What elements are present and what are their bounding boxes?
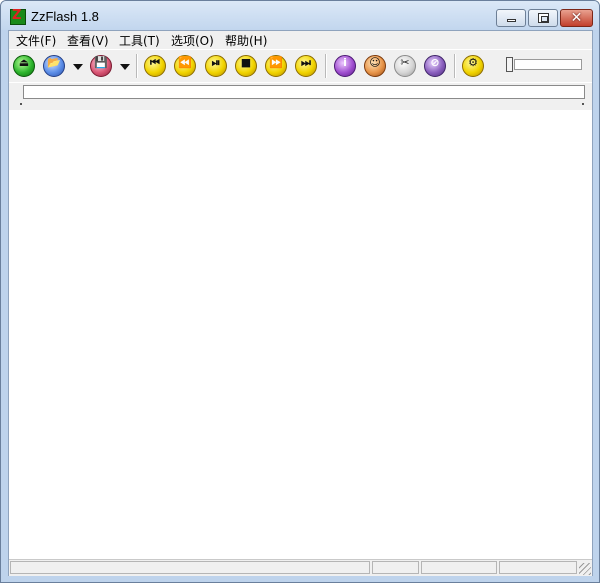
skip-to-end-button[interactable]: ⏭ xyxy=(295,55,317,77)
skip-to-start-icon: ⏮ xyxy=(150,56,160,69)
status-pane-3 xyxy=(421,561,497,574)
fast-forward-button[interactable]: ⏩ xyxy=(265,55,287,77)
skip-to-end-icon: ⏭ xyxy=(301,56,311,69)
open-dropdown-icon[interactable] xyxy=(73,64,83,70)
maximize-icon xyxy=(538,13,549,23)
minimize-button[interactable] xyxy=(496,9,526,27)
minimize-icon xyxy=(507,19,516,22)
seek-tick-start xyxy=(20,103,22,105)
play-pause-button[interactable]: ⏯ xyxy=(205,55,227,77)
mask-icon: ⊘ xyxy=(430,56,440,69)
eject-button[interactable]: ⏏ xyxy=(13,55,35,77)
status-pane-2 xyxy=(372,561,419,574)
toolbar-separator xyxy=(136,54,138,78)
seek-area xyxy=(9,83,592,110)
menu-view[interactable]: 查看(V) xyxy=(67,32,109,49)
info-icon: i xyxy=(343,56,347,69)
save-disk-icon: 💾 xyxy=(94,56,108,69)
app-logo-letter: Z xyxy=(12,8,22,23)
open-folder-icon: 📂 xyxy=(47,56,61,69)
client-area: 文件(F) 查看(V) 工具(T) 选项(O) 帮助(H) ⏏ 📂 💾 ⏮ ⏪ … xyxy=(8,30,593,576)
toolbar-separator xyxy=(325,54,327,78)
face-button[interactable]: ☺ xyxy=(364,55,386,77)
seek-bar[interactable] xyxy=(23,85,585,99)
status-bar xyxy=(9,559,592,576)
menu-tools[interactable]: 工具(T) xyxy=(119,32,160,49)
skip-to-start-button[interactable]: ⏮ xyxy=(144,55,166,77)
close-icon: ✕ xyxy=(570,10,583,26)
stop-icon: ■ xyxy=(240,56,252,69)
toolbar: ⏏ 📂 💾 ⏮ ⏪ ⏯ ■ ⏩ ⏭ i ☺ ✂ ⊘ ⚙ xyxy=(9,50,592,82)
menu-help[interactable]: 帮助(H) xyxy=(225,32,267,49)
rewind-button[interactable]: ⏪ xyxy=(174,55,196,77)
scan-icon: ⚙ xyxy=(468,56,478,69)
face-icon: ☺ xyxy=(369,56,381,69)
scan-button[interactable]: ⚙ xyxy=(462,55,484,77)
menu-file[interactable]: 文件(F) xyxy=(16,32,56,49)
resize-grip-icon[interactable] xyxy=(579,563,591,575)
maximize-button[interactable] xyxy=(528,9,558,27)
save-button[interactable]: 💾 xyxy=(90,55,112,77)
status-pane-4 xyxy=(499,561,577,574)
capture-button[interactable]: ✂ xyxy=(394,55,416,77)
eject-icon: ⏏ xyxy=(18,56,30,69)
title-bar[interactable]: Z ZzFlash 1.8 ✕ xyxy=(1,1,599,30)
toolbar-separator xyxy=(454,54,456,78)
close-button[interactable]: ✕ xyxy=(560,9,593,27)
stop-button[interactable]: ■ xyxy=(235,55,257,77)
status-pane-main xyxy=(10,561,370,574)
play-pause-icon: ⏯ xyxy=(211,56,221,69)
app-window: Z ZzFlash 1.8 ✕ 文件(F) 查看(V) 工具(T) 选项(O) … xyxy=(0,0,600,583)
volume-slider-track[interactable] xyxy=(514,59,582,70)
flash-stage[interactable] xyxy=(9,111,592,558)
app-logo-icon[interactable]: Z xyxy=(10,8,26,25)
menu-bar: 文件(F) 查看(V) 工具(T) 选项(O) 帮助(H) xyxy=(9,31,592,49)
window-title: ZzFlash 1.8 xyxy=(31,9,99,24)
seek-tick-end xyxy=(582,103,584,105)
volume-slider-thumb[interactable] xyxy=(506,57,513,72)
mask-button[interactable]: ⊘ xyxy=(424,55,446,77)
info-button[interactable]: i xyxy=(334,55,356,77)
rewind-icon: ⏪ xyxy=(178,56,192,69)
open-button[interactable]: 📂 xyxy=(43,55,65,77)
fast-forward-icon: ⏩ xyxy=(269,56,283,69)
menu-options[interactable]: 选项(O) xyxy=(171,32,214,49)
capture-icon: ✂ xyxy=(400,56,410,69)
save-dropdown-icon[interactable] xyxy=(120,64,130,70)
